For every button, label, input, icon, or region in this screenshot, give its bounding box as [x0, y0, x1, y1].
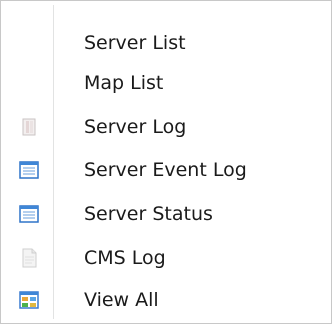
menu-item-label: Server Event Log — [84, 159, 247, 181]
menu-item-view-all[interactable]: View All — [4, 280, 328, 320]
menu-item-label: View All — [84, 289, 159, 311]
disabled-document-icon — [4, 107, 54, 147]
menu-item-icon-empty — [4, 63, 54, 103]
disabled-page-icon — [4, 238, 54, 278]
menu-item-label: Server Log — [84, 116, 187, 138]
grid-view-icon — [4, 280, 54, 320]
context-menu: Server List Map List Server Log Server E… — [0, 0, 332, 324]
list-document-icon — [4, 150, 54, 190]
menu-item-cms-log[interactable]: CMS Log — [4, 238, 328, 278]
menu-item-label: Map List — [84, 72, 164, 94]
menu-item-server-status[interactable]: Server Status — [4, 194, 328, 234]
menu-item-server-log[interactable]: Server Log — [4, 107, 328, 147]
menu-item-label: Server Status — [84, 203, 213, 225]
menu-item-server-list[interactable]: Server List — [4, 23, 328, 63]
menu-item-label: Server List — [84, 32, 186, 54]
menu-item-map-list[interactable]: Map List — [4, 63, 328, 103]
list-document-icon — [4, 194, 54, 234]
menu-item-label: CMS Log — [84, 247, 166, 269]
menu-item-icon-empty — [4, 23, 54, 63]
menu-item-server-event-log[interactable]: Server Event Log — [4, 150, 328, 190]
